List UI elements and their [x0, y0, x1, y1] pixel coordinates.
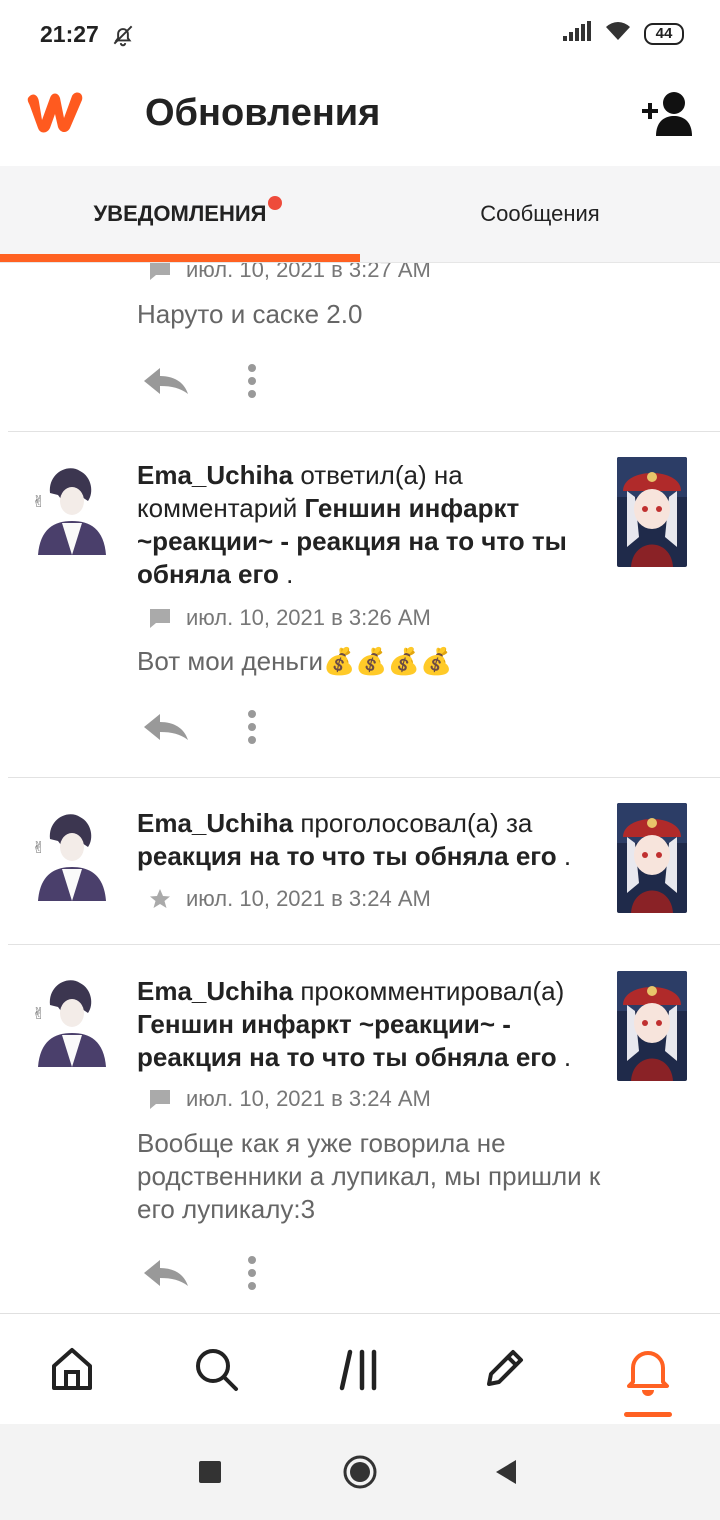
more-options-icon[interactable] — [246, 363, 258, 399]
star-icon — [150, 889, 170, 908]
tab-notifications-label: УВЕДОМЛЕНИЯ — [93, 201, 267, 226]
item-username[interactable]: Ema_Uchiha — [137, 976, 293, 1006]
nav-notifications[interactable] — [618, 1346, 678, 1396]
app-bar: Обновления — [0, 70, 720, 166]
write-icon — [487, 1350, 523, 1386]
comment-icon — [150, 263, 170, 280]
comment-icon — [150, 609, 170, 628]
avatar[interactable]: ✌ — [28, 975, 112, 1075]
status-time: 21:27 — [40, 21, 99, 47]
item-target[interactable]: реакция на то что ты обняла его — [137, 841, 557, 871]
item-suffix: . — [563, 1042, 572, 1072]
item-suffix: . — [563, 841, 572, 871]
nav-search[interactable] — [186, 1346, 246, 1396]
item-actions — [142, 1255, 258, 1291]
add-user-button[interactable] — [640, 90, 696, 141]
more-options-icon[interactable] — [246, 709, 258, 745]
item-meta: июл. 10, 2021 в 3:24 AM — [148, 886, 431, 912]
svg-text:✌: ✌ — [32, 1006, 45, 1023]
search-icon — [196, 1349, 238, 1391]
item-timestamp: июл. 10, 2021 в 3:27 AM — [186, 263, 431, 282]
item-text: Ema_Uchiha проголосовал(а) за реакция на… — [137, 807, 607, 873]
notification-badge — [268, 196, 282, 210]
tab-active-indicator — [0, 254, 360, 262]
item-suffix: . — [286, 559, 294, 589]
separator — [8, 777, 720, 778]
bell-muted-icon — [110, 22, 136, 53]
system-navigation-bar — [0, 1424, 720, 1520]
avatar[interactable]: ✌ — [28, 463, 112, 563]
signal-icon — [562, 21, 592, 46]
wattpad-logo[interactable] — [24, 86, 90, 141]
story-cover-thumbnail[interactable] — [617, 803, 687, 913]
recents-button[interactable] — [198, 1460, 222, 1489]
svg-text:✌: ✌ — [32, 840, 45, 857]
item-text: Ema_Uchiha прокомментировал(а) Геншин ин… — [137, 975, 607, 1074]
item-timestamp: июл. 10, 2021 в 3:26 AM — [186, 605, 431, 630]
separator — [8, 944, 720, 945]
story-cover-thumbnail[interactable] — [617, 971, 687, 1081]
avatar[interactable]: ✌ — [28, 809, 112, 909]
item-meta: июл. 10, 2021 в 3:27 AM — [148, 263, 431, 283]
reply-icon[interactable] — [142, 712, 190, 742]
item-comment: Наруто и саске 2.0 — [137, 299, 363, 329]
nav-write[interactable] — [474, 1346, 534, 1396]
library-icon — [339, 1349, 377, 1391]
item-text: Ema_Uchiha ответил(а) на комментарий Ген… — [137, 459, 607, 591]
tab-messages[interactable]: Сообщения — [360, 166, 720, 262]
item-action: проголосовал(а) за — [300, 808, 533, 838]
item-actions — [142, 709, 258, 745]
item-username[interactable]: Ema_Uchiha — [137, 808, 293, 838]
item-comment: Вот мои деньги💰💰💰💰 — [137, 646, 453, 676]
circle-icon — [343, 1455, 377, 1489]
bottom-navigation — [0, 1313, 720, 1424]
nav-active-indicator — [624, 1412, 672, 1417]
page-title: Обновления — [145, 92, 381, 134]
item-meta: июл. 10, 2021 в 3:26 AM — [148, 605, 431, 631]
reply-icon[interactable] — [142, 1258, 190, 1288]
wifi-icon — [604, 20, 632, 47]
nav-home[interactable] — [42, 1346, 102, 1396]
item-username[interactable]: Ema_Uchiha — [137, 460, 293, 490]
separator — [8, 431, 720, 432]
bell-icon — [627, 1351, 669, 1396]
home-system-button[interactable] — [342, 1454, 378, 1495]
item-timestamp: июл. 10, 2021 в 3:24 AM — [186, 1086, 431, 1111]
notifications-feed[interactable]: июл. 10, 2021 в 3:27 AM Наруто и саске 2… — [0, 263, 720, 1313]
tab-notifications[interactable]: УВЕДОМЛЕНИЯ — [0, 166, 360, 262]
more-options-icon[interactable] — [246, 1255, 258, 1291]
tab-messages-label: Сообщения — [480, 201, 600, 226]
home-icon — [52, 1348, 92, 1390]
story-cover-thumbnail[interactable] — [617, 457, 687, 567]
nav-library[interactable] — [330, 1346, 390, 1396]
item-timestamp: июл. 10, 2021 в 3:24 AM — [186, 886, 431, 911]
back-button[interactable] — [494, 1458, 518, 1491]
reply-icon[interactable] — [142, 366, 190, 396]
item-action: прокомментировал(а) — [300, 976, 565, 1006]
svg-text:✌: ✌ — [32, 494, 45, 511]
tabs: УВЕДОМЛЕНИЯ Сообщения — [0, 166, 720, 263]
battery-indicator: 44 — [644, 22, 684, 45]
item-actions — [142, 363, 258, 399]
square-icon — [199, 1461, 221, 1483]
item-target[interactable]: Геншин инфаркт ~реакции~ - реакция на то… — [137, 1009, 557, 1072]
back-triangle-icon — [496, 1460, 516, 1484]
status-bar: 21:27 44 — [0, 0, 720, 70]
item-comment: Вообще как я уже говорила не родственник… — [137, 1128, 601, 1224]
item-meta: июл. 10, 2021 в 3:24 AM — [148, 1086, 431, 1112]
comment-icon — [150, 1090, 170, 1109]
